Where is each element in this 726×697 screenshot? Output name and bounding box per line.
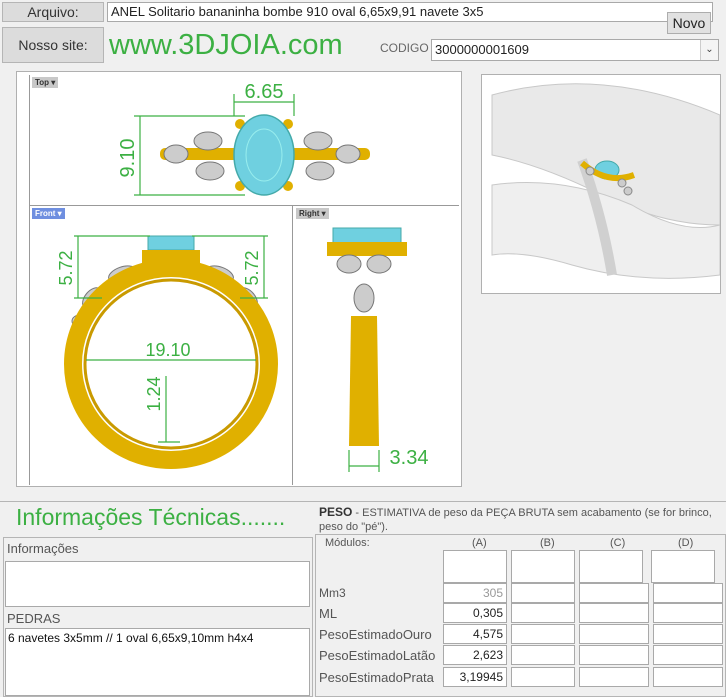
mm3-value-c[interactable] — [579, 583, 649, 603]
ouro-value-d[interactable] — [653, 624, 723, 644]
prata-value-d[interactable] — [653, 667, 723, 687]
ml-value-c[interactable] — [579, 603, 649, 623]
module-image-a[interactable] — [443, 550, 507, 583]
right-side-stones — [336, 254, 392, 313]
informacoes-field[interactable] — [5, 561, 310, 607]
top-view-drawing: 6.65 9.10 — [117, 81, 370, 196]
novo-button[interactable]: Novo — [667, 12, 711, 34]
front-shank — [64, 259, 278, 469]
ouro-value-b[interactable] — [511, 624, 575, 644]
info-section-title: Informações Técnicas....... — [16, 504, 286, 530]
ml-value-b[interactable] — [511, 603, 575, 623]
top-center-stone — [233, 114, 295, 196]
row-label-prata: PesoEstimadoPrata — [319, 670, 434, 685]
codigo-value: 3000000001609 — [435, 42, 529, 57]
module-image-d[interactable] — [651, 550, 715, 583]
latao-value-c[interactable] — [579, 645, 649, 665]
site-label: Nosso site: — [2, 27, 104, 63]
column-d-header: (D) — [678, 537, 694, 549]
hand-render — [482, 75, 720, 293]
module-image-c[interactable] — [579, 550, 643, 583]
prata-value-b[interactable] — [511, 667, 575, 687]
right-view-drawing: 3.34 — [327, 227, 429, 472]
latao-value-b[interactable] — [511, 645, 575, 665]
row-label-ml: ML — [319, 606, 338, 621]
ouro-value-a[interactable]: 4,575 — [443, 624, 507, 644]
ml-value-a[interactable]: 0,305 — [443, 603, 507, 623]
right-dimensions — [348, 450, 380, 472]
peso-description: - ESTIMATIVA de peso da PEÇA BRUTA sem a… — [319, 507, 712, 533]
right-center-stone — [332, 227, 402, 245]
front-left-dim-label: 5.72 — [56, 250, 76, 285]
pedras-field[interactable]: 6 navetes 3x5mm // 1 oval 6,65x9,10mm h4… — [5, 628, 310, 696]
column-b-header: (B) — [540, 537, 555, 549]
section-divider — [0, 501, 726, 502]
mm3-value-d[interactable] — [653, 583, 723, 603]
front-center-stone — [147, 235, 195, 251]
front-inner-dim-label: 19.10 — [145, 340, 190, 360]
mm3-value-a[interactable]: 305 — [443, 583, 507, 603]
row-label-mm3: Mm3 — [319, 586, 346, 600]
arquivo-label: Arquivo: — [2, 2, 104, 22]
mm3-value-b[interactable] — [511, 583, 575, 603]
latao-value-a[interactable]: 2,623 — [443, 645, 507, 665]
informacoes-label: Informações — [7, 541, 79, 556]
arquivo-field[interactable]: ANEL Solitario bananinha bombe 910 oval … — [107, 2, 713, 22]
column-c-header: (C) — [610, 537, 626, 549]
prata-value-c[interactable] — [579, 667, 649, 687]
right-thickness-label: 3.34 — [390, 447, 429, 469]
row-label-ouro: PesoEstimadoOuro — [319, 627, 432, 642]
latao-value-d[interactable] — [653, 645, 723, 665]
front-shank-dim-label: 1.24 — [144, 376, 164, 411]
column-a-header: (A) — [472, 537, 487, 549]
chevron-down-icon[interactable]: ⌄ — [700, 40, 718, 60]
front-right-dim-label: 5.72 — [242, 250, 262, 285]
right-shank — [349, 316, 379, 446]
row-label-latao: PesoEstimadoLatão — [319, 648, 436, 663]
top-width-label: 6.65 — [245, 81, 284, 103]
codigo-select[interactable]: 3000000001609 ⌄ — [431, 39, 719, 61]
front-shank-inner — [83, 278, 259, 450]
peso-title: PESO — [319, 505, 353, 519]
pedras-label: PEDRAS — [7, 611, 61, 626]
ring-render-image — [481, 74, 721, 294]
codigo-label: CODIGO — [380, 41, 429, 55]
module-image-b[interactable] — [511, 550, 575, 583]
modulos-label: Módulos: — [325, 537, 370, 549]
right-setting — [327, 242, 407, 256]
ouro-value-c[interactable] — [579, 624, 649, 644]
prata-value-a[interactable]: 3,19945 — [443, 667, 507, 687]
ml-value-d[interactable] — [653, 603, 723, 623]
front-view-drawing: 5.72 5.72 19.10 1.24 — [56, 235, 278, 469]
site-url[interactable]: www.3DJOIA.com — [109, 27, 343, 63]
top-height-label: 9.10 — [117, 139, 139, 178]
peso-header: PESO - ESTIMATIVA de peso da PEÇA BRUTA … — [319, 505, 719, 534]
